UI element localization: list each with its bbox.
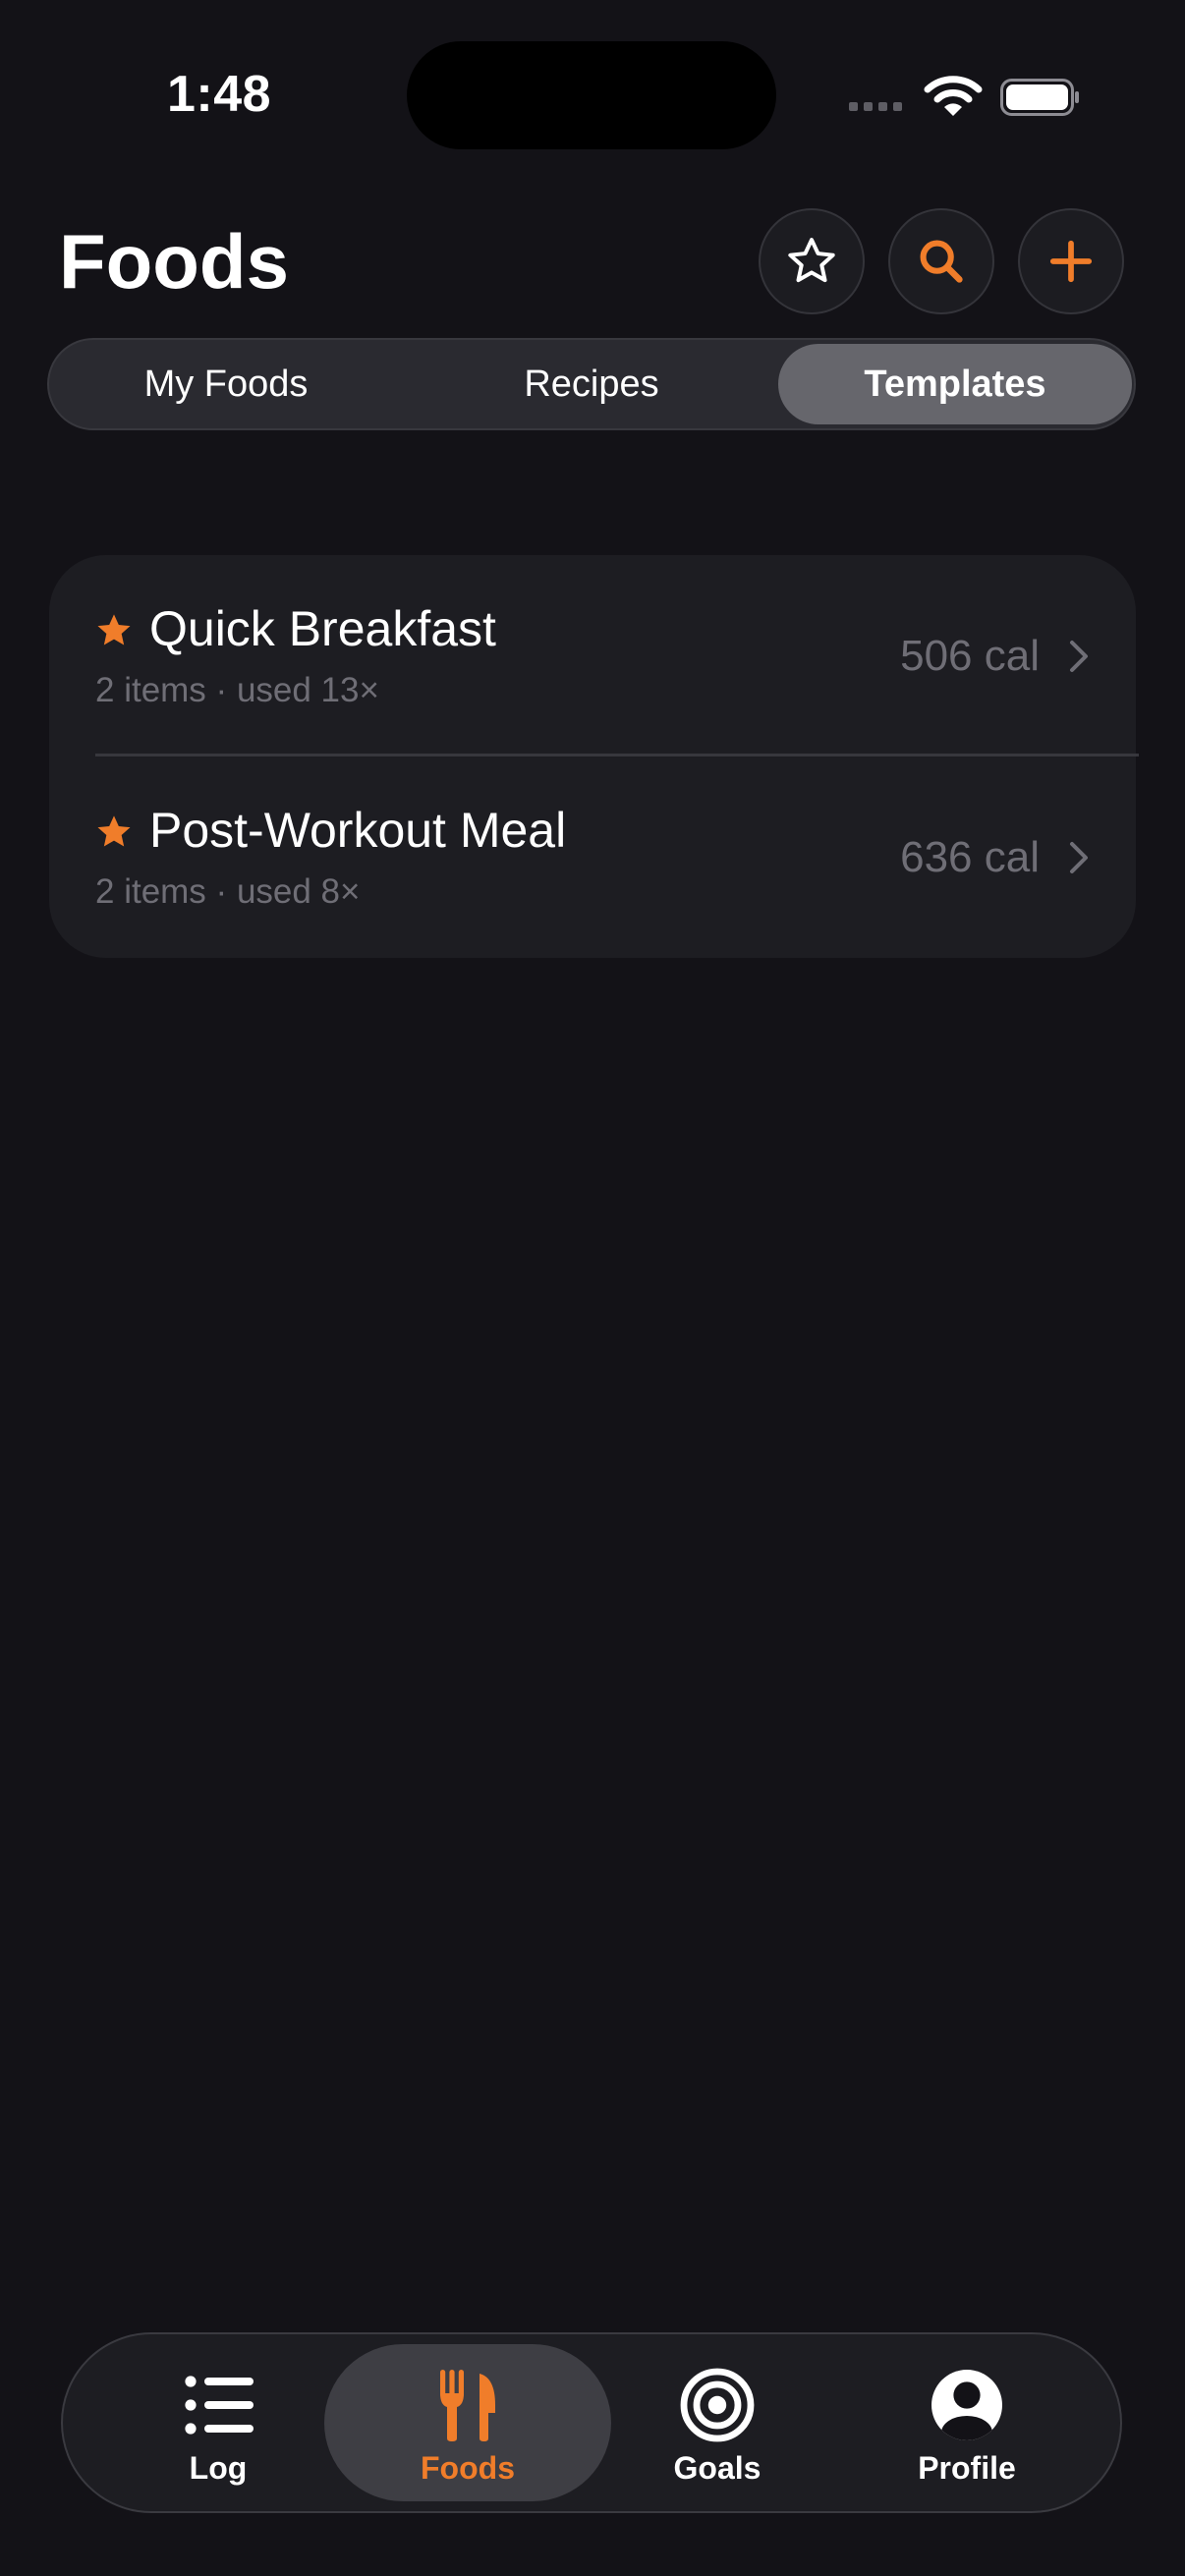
chevron-right-icon	[1070, 641, 1088, 672]
template-meta: 2 items · used 8×	[95, 872, 360, 912]
person-circle-icon	[931, 2370, 1002, 2440]
tab-profile[interactable]: Profile	[823, 2344, 1110, 2501]
template-usage-count: used 8×	[236, 872, 361, 911]
template-row-post-workout-meal[interactable]: Post-Workout Meal 2 items · used 8× 636 …	[49, 756, 1136, 958]
meta-separator: ·	[215, 872, 237, 911]
favorites-button[interactable]	[759, 208, 865, 314]
tab-recipes[interactable]: Recipes	[419, 344, 764, 424]
search-button[interactable]	[888, 208, 994, 314]
tab-my-foods[interactable]: My Foods	[53, 344, 399, 424]
chevron-right-icon	[1070, 842, 1088, 873]
target-icon	[680, 2368, 755, 2442]
template-calories: 506 cal	[900, 632, 1040, 680]
tab-bar: Log Foods Goals Profile	[61, 2332, 1122, 2513]
plus-icon	[1049, 240, 1093, 283]
templates-list: Quick Breakfast 2 items · used 13× 506 c…	[49, 555, 1139, 958]
tab-foods[interactable]: Foods	[324, 2344, 611, 2501]
favorite-star-icon	[97, 614, 131, 645]
tab-label: Profile	[918, 2450, 1016, 2486]
list-icon	[185, 2376, 254, 2435]
tab-label: Foods	[421, 2450, 515, 2486]
status-time: 1:48	[167, 66, 272, 123]
star-outline-icon	[788, 238, 835, 283]
battery-icon	[1000, 79, 1079, 116]
meta-separator: ·	[215, 671, 237, 709]
fork-knife-icon	[440, 2370, 495, 2441]
template-row-quick-breakfast[interactable]: Quick Breakfast 2 items · used 13× 506 c…	[49, 555, 1136, 756]
favorite-star-icon	[97, 815, 131, 847]
tab-templates[interactable]: Templates	[778, 344, 1132, 424]
wifi-icon	[924, 76, 983, 116]
dynamic-island	[407, 41, 776, 149]
template-meta: 2 items · used 13×	[95, 671, 379, 710]
cellular-signal-icon	[849, 102, 902, 111]
template-name: Quick Breakfast	[149, 601, 496, 656]
search-icon	[920, 240, 963, 283]
tab-label: Log	[189, 2450, 248, 2486]
tab-goals[interactable]: Goals	[574, 2344, 861, 2501]
tab-log[interactable]: Log	[75, 2344, 362, 2501]
template-name: Post-Workout Meal	[149, 803, 567, 858]
template-item-count: 2 items	[95, 671, 206, 709]
food-type-segmented-control: My Foods Recipes Templates	[47, 338, 1136, 430]
template-item-count: 2 items	[95, 872, 206, 911]
add-button[interactable]	[1018, 208, 1124, 314]
template-calories: 636 cal	[900, 833, 1040, 881]
page-title: Foods	[59, 218, 289, 305]
tab-label: Goals	[673, 2450, 762, 2486]
template-usage-count: used 13×	[236, 671, 379, 709]
